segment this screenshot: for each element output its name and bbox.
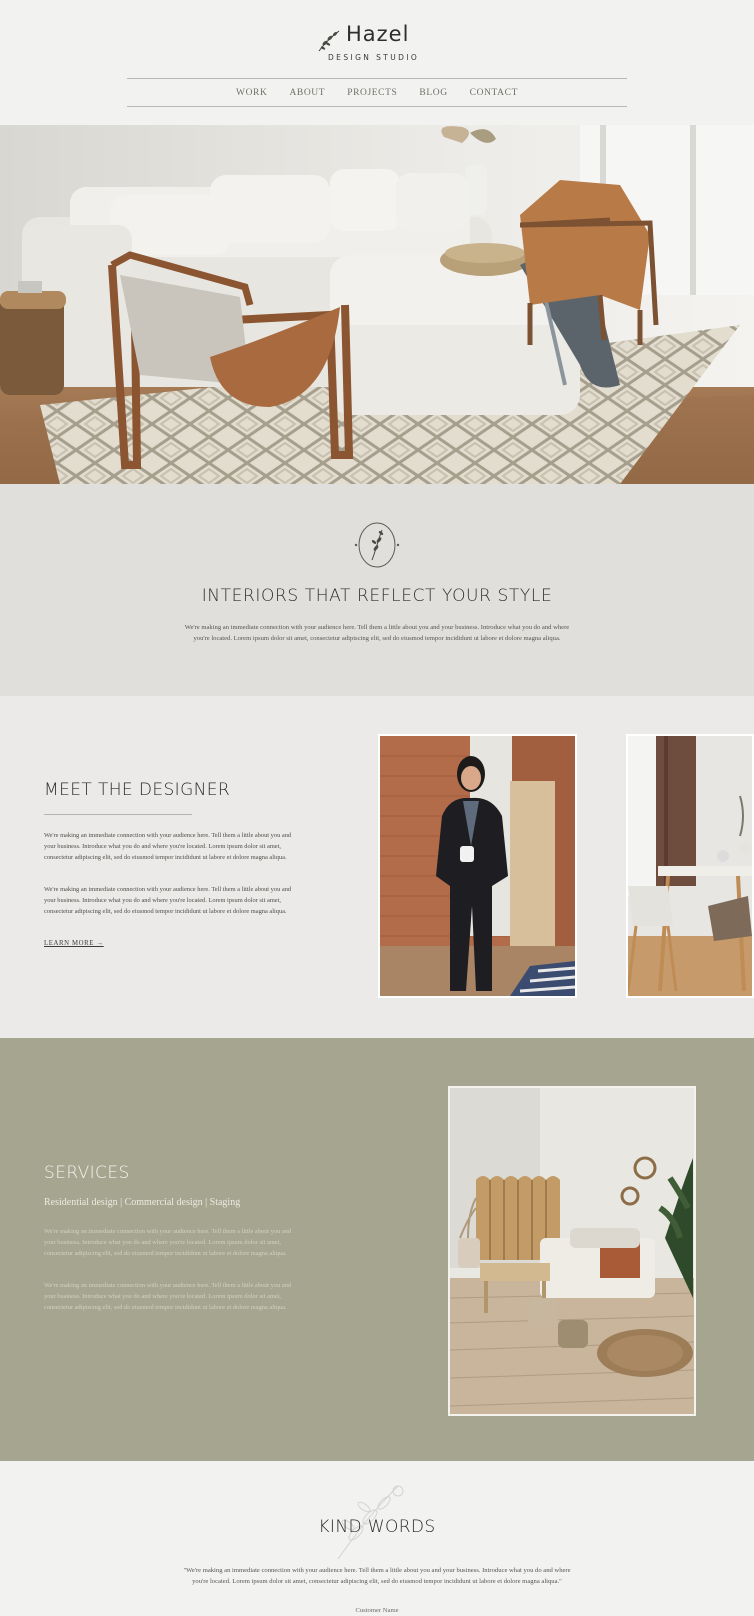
intro-heading: INTERIORS THAT REFLECT YOUR STYLE bbox=[201, 586, 553, 606]
services-section: SERVICES Residential design | Commercial… bbox=[0, 1038, 754, 1461]
nav-divider-top bbox=[127, 78, 627, 79]
dining-room-photo-frame bbox=[626, 734, 754, 998]
living-room-photo bbox=[0, 125, 754, 484]
intro-section: INTERIORS THAT REFLECT YOUR STYLE We're … bbox=[0, 484, 754, 696]
meet-designer-section: MEET THE DESIGNER We're making an immedi… bbox=[0, 696, 754, 1038]
services-list: Residential design | Commercial design |… bbox=[44, 1197, 241, 1208]
testimonial-author: Customer Name bbox=[355, 1607, 399, 1614]
brand-logo[interactable]: Hazel DESIGN STUDIO bbox=[316, 22, 440, 66]
hero-image bbox=[0, 125, 754, 484]
leaf-sprig-icon bbox=[318, 30, 340, 52]
intro-body: We're making an immediate connection wit… bbox=[184, 624, 570, 642]
nav-item-about[interactable]: ABOUT bbox=[289, 88, 325, 98]
nav-item-work[interactable]: WORK bbox=[236, 88, 267, 98]
bedroom-photo bbox=[449, 1088, 695, 1414]
botanical-emblem-icon bbox=[354, 522, 400, 568]
nav-item-blog[interactable]: BLOG bbox=[419, 88, 447, 98]
services-paragraph-1: We're making an immediate connection wit… bbox=[44, 1228, 292, 1257]
testimonials-section: KIND WORDS "We're making an immediate co… bbox=[0, 1461, 754, 1616]
brand-name: Hazel bbox=[346, 22, 410, 46]
testimonial-quote: "We're making an immediate connection wi… bbox=[183, 1567, 571, 1585]
services-photo-frame bbox=[448, 1086, 696, 1416]
designer-paragraph-2: We're making an immediate connection wit… bbox=[44, 886, 292, 915]
nav-item-projects[interactable]: PROJECTS bbox=[347, 88, 397, 98]
designer-paragraph-1: We're making an immediate connection wit… bbox=[44, 832, 292, 861]
designer-heading: MEET THE DESIGNER bbox=[44, 780, 231, 800]
main-nav: WORK ABOUT PROJECTS BLOG CONTACT bbox=[127, 80, 627, 106]
dining-room-photo bbox=[626, 736, 752, 996]
services-paragraph-2: We're making an immediate connection wit… bbox=[44, 1282, 292, 1311]
brand-tagline: DESIGN STUDIO bbox=[328, 53, 420, 62]
designer-portrait-photo bbox=[380, 736, 576, 996]
site-header: Hazel DESIGN STUDIO WORK ABOUT PROJECTS … bbox=[0, 0, 754, 125]
designer-heading-rule bbox=[44, 814, 192, 815]
learn-more-link[interactable]: LEARN MORE → bbox=[44, 940, 104, 947]
testimonials-heading: KIND WORDS bbox=[318, 1517, 436, 1537]
nav-item-contact[interactable]: CONTACT bbox=[470, 88, 518, 98]
nav-divider-bottom bbox=[127, 106, 627, 107]
services-heading: SERVICES bbox=[44, 1163, 130, 1183]
designer-portrait bbox=[378, 734, 577, 998]
